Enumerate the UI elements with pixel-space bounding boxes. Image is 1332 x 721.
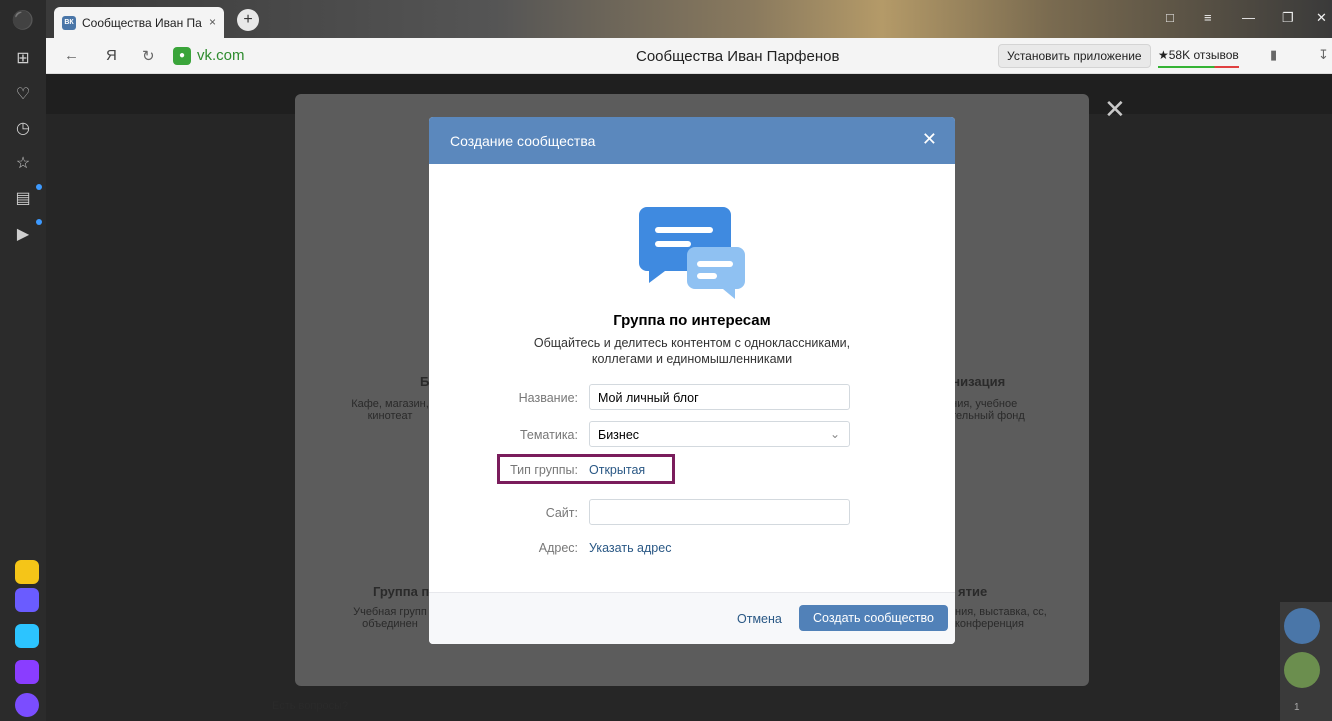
card-desc: ания, учебное ительный фонд: [945, 398, 1025, 422]
page-title: Сообщества Иван Парфенов: [636, 48, 840, 65]
background-close-icon[interactable]: ✕: [1104, 94, 1126, 125]
card-title: ятие: [958, 584, 988, 599]
close-icon[interactable]: ✕: [922, 129, 937, 150]
back-icon[interactable]: ←: [64, 47, 79, 64]
media-player-icon[interactable]: ▶: [0, 224, 46, 244]
group-type-label: Тип группы:: [510, 463, 578, 477]
messenger-app-icon[interactable]: [15, 588, 39, 612]
restore-icon[interactable]: ❐: [1282, 10, 1294, 26]
card-title: Группа п: [373, 584, 430, 599]
history-icon[interactable]: ◷: [0, 118, 46, 138]
chat-bubbles-icon: [639, 207, 745, 299]
name-value: Мой личный блог: [598, 391, 699, 405]
card-desc: Кафе, магазин, кинотеат: [351, 398, 429, 422]
browser-sidebar: ⚫ ⊞ ♡ ◷ ☆ ▤ ▶: [0, 0, 46, 721]
card-title: Б: [420, 374, 430, 389]
favorites-icon[interactable]: ☆: [0, 153, 46, 173]
notifications-icon[interactable]: ♡: [0, 84, 46, 104]
download-icon[interactable]: ↧: [1318, 47, 1329, 63]
name-field[interactable]: Мой личный блог: [589, 384, 850, 410]
bookmark-icon[interactable]: ▮: [1270, 47, 1277, 63]
site-label: Сайт:: [545, 506, 578, 520]
dialog-footer: Отмена Создать сообщество: [429, 592, 955, 644]
create-community-button[interactable]: Создать сообщество: [799, 605, 948, 631]
dialog-title: Создание сообщества: [450, 133, 596, 149]
vk-favicon-icon: ВК: [62, 16, 76, 30]
avatar[interactable]: [1284, 652, 1320, 688]
help-link[interactable]: Есть вопросы?: [272, 700, 348, 712]
home-app-icon[interactable]: [15, 660, 39, 684]
close-window-icon[interactable]: ✕: [1316, 10, 1327, 26]
browser-tab[interactable]: ВК Сообщества Иван Пар ×: [54, 7, 224, 38]
topic-value: Бизнес: [598, 428, 640, 442]
site-field[interactable]: [589, 499, 850, 525]
close-tab-icon[interactable]: ×: [209, 15, 216, 29]
card-desc: Учебная групп объединен: [353, 606, 427, 630]
collections-icon[interactable]: ▤: [0, 188, 46, 208]
name-label: Название:: [518, 391, 578, 405]
address-label: Адрес:: [538, 541, 578, 555]
mail-app-icon[interactable]: [15, 560, 39, 584]
reviews-label: ★58K отзывов: [1158, 48, 1239, 62]
group-type-description: Общайтесь и делитесь контентом с однокла…: [533, 336, 851, 366]
reload-icon[interactable]: ↻: [142, 47, 155, 65]
topic-select[interactable]: Бизнес ⌄: [589, 421, 850, 447]
yandex-logo-icon[interactable]: Я: [106, 47, 117, 64]
apps-grid-icon[interactable]: ⊞: [0, 48, 46, 68]
avatar[interactable]: [1284, 608, 1320, 644]
tab-title: Сообщества Иван Пар: [82, 16, 202, 30]
rating-bar: [1158, 66, 1239, 68]
reviews-badge[interactable]: ★58K отзывов: [1158, 44, 1239, 68]
new-tab-button[interactable]: +: [237, 9, 259, 31]
group-type-title: Группа по интересам: [613, 312, 771, 329]
counter-badge: 1: [1294, 702, 1300, 713]
url-domain[interactable]: vk.com: [197, 47, 245, 64]
chevron-down-icon: ⌄: [829, 427, 840, 441]
alice-app-icon[interactable]: [15, 693, 39, 717]
profile-icon[interactable]: ⚫: [0, 10, 46, 31]
lock-icon[interactable]: ●: [173, 47, 191, 65]
extensions-icon[interactable]: □: [1166, 10, 1174, 25]
set-address-link[interactable]: Указать адрес: [589, 541, 671, 555]
cancel-button[interactable]: Отмена: [737, 612, 782, 626]
create-community-dialog: Создание сообщества ✕ Группа по интереса…: [429, 117, 955, 644]
topic-label: Тематика:: [519, 428, 578, 442]
minimize-icon[interactable]: —: [1242, 10, 1255, 25]
card-desc: ния, выставка, сс, конференция: [955, 606, 1047, 630]
group-type-link[interactable]: Открытая: [589, 463, 645, 477]
dialog-header: Создание сообщества ✕: [429, 117, 955, 164]
install-app-button[interactable]: Установить приложение: [998, 44, 1151, 68]
address-bar: ← Я ↻ ● vk.com Сообщества Иван Парфенов …: [46, 38, 1332, 74]
menu-icon[interactable]: ≡: [1204, 10, 1212, 25]
tab-bar: ВК Сообщества Иван Пар × + □ ≡ — ❐ ✕: [46, 0, 1332, 38]
play-app-icon[interactable]: [15, 624, 39, 648]
